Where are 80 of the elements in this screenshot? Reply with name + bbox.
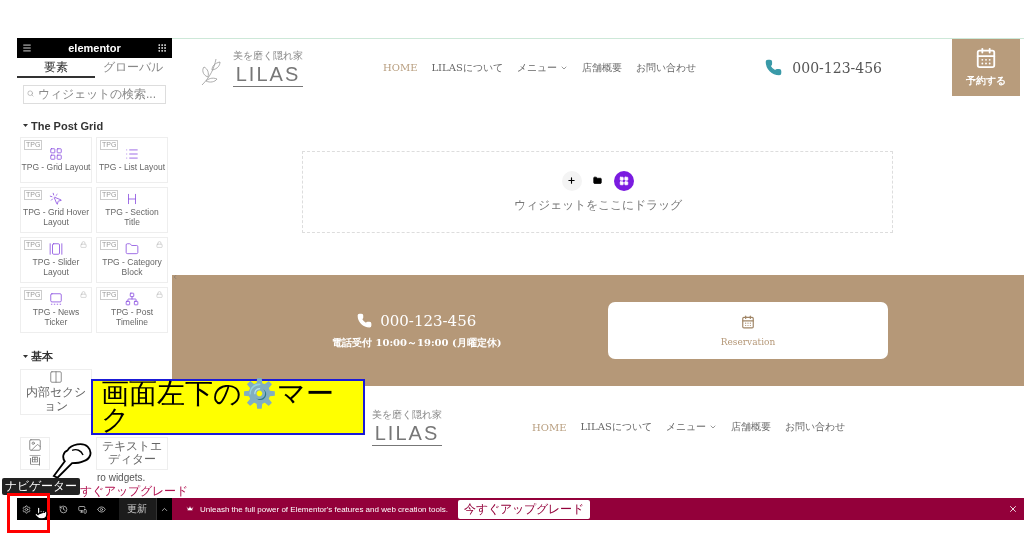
phone-number: 000-123-456 (792, 59, 882, 76)
add-section-button[interactable] (561, 170, 582, 191)
widget-label: 内部セクション (25, 386, 87, 413)
widget-icon (49, 192, 63, 207)
folder-icon (593, 176, 602, 185)
calendar-icon (975, 47, 997, 69)
caret-down-icon[interactable] (23, 353, 28, 359)
chevron-down-icon (708, 423, 717, 431)
nav-link[interactable]: お問い合わせ (784, 420, 845, 434)
widget-label: TPG - Post Timeline (109, 308, 154, 327)
widget-icon (49, 146, 63, 161)
phone-icon (357, 313, 373, 328)
widgets-button[interactable] (613, 170, 634, 191)
lock-icon (80, 240, 87, 248)
widget-icon (125, 192, 139, 207)
crown-icon (186, 505, 194, 513)
search-field[interactable]: ウィジェットの検索... (23, 84, 166, 104)
caret-down-icon[interactable] (23, 123, 28, 128)
widget-label: TPG - News Ticker (31, 308, 81, 327)
logo-name: LILAS (374, 422, 440, 445)
logo-tagline: 美を磨く隠れ家 (372, 408, 442, 422)
nav-link[interactable]: メニュー (665, 420, 717, 434)
history-icon (59, 504, 69, 514)
close-button[interactable] (1008, 504, 1018, 514)
navigator-tooltip: ナビゲーター (2, 478, 80, 495)
nav-link[interactable]: 店舗概要 (581, 60, 622, 75)
phone-icon (765, 59, 783, 76)
upgrade-link[interactable]: すぐアップグレード (80, 482, 188, 500)
widget-label: 画 (29, 454, 41, 468)
logo-name: LILAS (235, 62, 301, 86)
nav-link[interactable]: メニュー (516, 60, 568, 75)
promo-message: Unleash the full power of Elementor's features and web creation tools. (200, 504, 448, 514)
pro-widgets-text: ro widgets. (97, 471, 147, 483)
widget-label: TPG - Section Title (104, 208, 160, 227)
nav-link[interactable]: LILASについて (431, 60, 503, 75)
widget-label: TPG - Category Block (101, 258, 163, 277)
search-icon (27, 90, 34, 97)
widget-icon (49, 242, 63, 257)
widget-icon (28, 438, 42, 453)
widget-icon (125, 242, 139, 257)
highlight-frame (7, 493, 50, 533)
update-button[interactable]: 更新 (118, 498, 157, 520)
panel-tab[interactable]: グローバル (94, 58, 172, 78)
section-title: The Post Grid (31, 119, 104, 132)
widget-card[interactable]: 画 (20, 436, 50, 470)
devices-icon (78, 504, 87, 514)
panel-tab[interactable]: 要素 (17, 58, 95, 78)
widget-card[interactable]: 内部セクション (20, 368, 92, 415)
nav-link[interactable]: LILASについて (580, 420, 652, 434)
nav-link[interactable]: 店舗概要 (730, 420, 771, 434)
widget-label: TPG - Grid Layout (21, 162, 91, 173)
settings-icon (21, 504, 31, 514)
widget-label: TPG - Slider Layout (31, 258, 81, 277)
menu-icon[interactable] (22, 43, 32, 53)
close-icon (1008, 504, 1018, 514)
section-title: 基本 (31, 348, 53, 364)
calendar-icon (741, 314, 755, 329)
grid-icon (618, 175, 629, 186)
widget-icon (125, 292, 139, 307)
widget-label: TPG - Grid Hover Layout (21, 208, 91, 227)
lock-icon (156, 240, 163, 248)
plus-icon (567, 176, 576, 185)
phone-number: 000-123-456 (380, 311, 477, 330)
drop-zone[interactable]: ウィジェットをここにドラッグ (302, 151, 893, 233)
upgrade-button[interactable]: 今すぐアップグレード (457, 499, 590, 519)
nav-link[interactable]: お問い合わせ (635, 60, 696, 75)
eye-icon (96, 504, 106, 514)
drop-hint: ウィジェットをここにドラッグ (513, 196, 682, 214)
brand-logo: elementor (68, 42, 121, 54)
widget-label: TPG - List Layout (98, 162, 166, 173)
widget-icon (125, 146, 139, 161)
hours-text: 電話受付 10:00～19:00 (月曜定休) (332, 335, 502, 350)
widget-icon (49, 292, 63, 307)
logo-tagline: 美を磨く隠れ家 (233, 48, 303, 63)
widget-icon (49, 370, 63, 385)
grid-icon[interactable] (157, 43, 167, 53)
lock-icon (156, 290, 163, 298)
pointing-hand-icon (52, 441, 94, 478)
collapse-panel-icon[interactable] (172, 274, 178, 280)
lock-icon (80, 290, 87, 298)
